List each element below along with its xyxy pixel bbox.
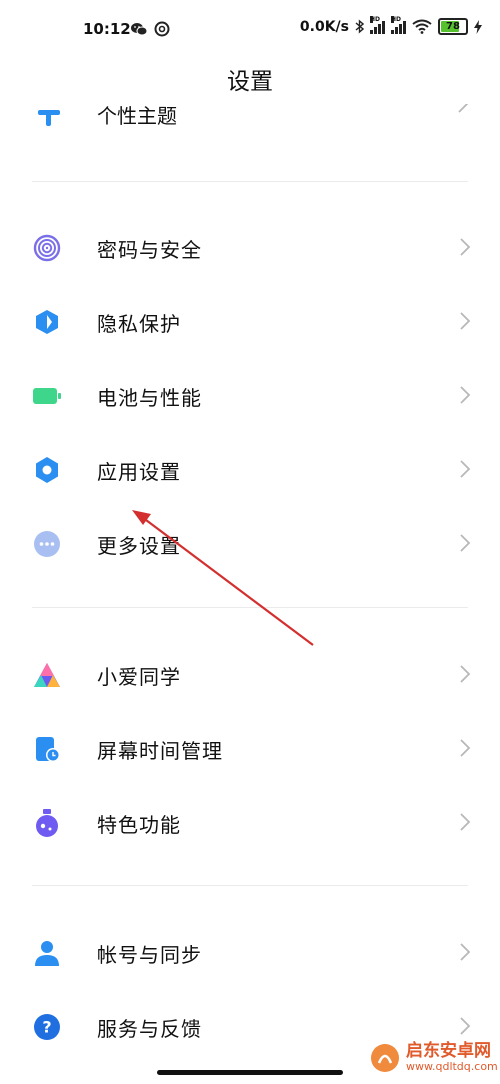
- section-divider: [32, 885, 468, 886]
- net-speed: 0.0K/s: [299, 18, 349, 35]
- status-left-icons: [130, 21, 170, 37]
- settings-item-battery-performance[interactable]: 电池与性能: [0, 358, 500, 432]
- page-title: 设置: [227, 69, 273, 95]
- settings-item-app-settings[interactable]: 应用设置: [0, 432, 500, 506]
- status-time: 10:12: [83, 20, 131, 38]
- chevron-right-icon: [458, 104, 469, 113]
- settings-item-screen-time[interactable]: 屏幕时间管理: [0, 711, 500, 785]
- settings-item-label: 隐私保护: [97, 312, 181, 336]
- settings-item-label: 小爱同学: [97, 665, 181, 689]
- settings-item-xiaoai[interactable]: 小爱同学: [0, 637, 500, 711]
- chevron-right-icon: [460, 312, 471, 330]
- chevron-right-icon: [460, 386, 471, 404]
- privacy-shield-icon: [32, 307, 62, 337]
- settings-item-account-sync[interactable]: 帐号与同步: [0, 915, 500, 989]
- gear-icon: [32, 455, 62, 485]
- battery-icon: [32, 381, 62, 411]
- settings-item-privacy[interactable]: 隐私保护: [0, 284, 500, 358]
- settings-item-label: 电池与性能: [97, 386, 202, 410]
- battery-level: 78: [446, 21, 460, 32]
- watermark: 启东安卓网 www.qdltdq.com: [370, 1041, 498, 1074]
- signal-hd-icon: HD: [391, 15, 406, 34]
- watermark-logo-icon: [371, 1044, 399, 1072]
- bluetooth-icon: [355, 19, 364, 34]
- svg-text:?: ?: [42, 1018, 51, 1037]
- charging-icon: [474, 19, 482, 34]
- chevron-right-icon: [460, 534, 471, 552]
- status-right: 0.0K/s HD HD 78: [299, 15, 482, 35]
- section-divider: [32, 181, 468, 182]
- chevron-right-icon: [460, 943, 471, 961]
- settings-item-label: 密码与安全: [97, 238, 202, 262]
- settings-item-label: 服务与反馈: [97, 1017, 202, 1041]
- wifi-icon: [412, 19, 432, 34]
- screen-time-icon: [32, 734, 62, 764]
- chevron-right-icon: [460, 665, 471, 683]
- watermark-name: 启东安卓网: [406, 1041, 491, 1062]
- account-icon: [32, 938, 62, 968]
- settings-item-label: 应用设置: [97, 460, 181, 484]
- signal-hd-icon: HD: [370, 15, 385, 34]
- settings-item-more-settings[interactable]: 更多设置: [0, 506, 500, 580]
- battery-icon: 78: [438, 18, 468, 35]
- home-indicator[interactable]: [157, 1070, 343, 1075]
- settings-item-label: 帐号与同步: [97, 943, 202, 967]
- more-dots-icon: [32, 529, 62, 559]
- flask-icon: [32, 808, 62, 838]
- settings-item-label: 特色功能: [97, 813, 181, 837]
- help-icon: ?: [32, 1012, 62, 1042]
- fingerprint-icon: [32, 233, 62, 263]
- status-bar: 10:12 0.0K/s HD HD 78: [0, 0, 500, 60]
- settings-item-theme[interactable]: 个性主题: [0, 104, 500, 134]
- settings-item-special-features[interactable]: 特色功能: [0, 785, 500, 859]
- chevron-right-icon: [460, 813, 471, 831]
- chevron-right-icon: [460, 238, 471, 256]
- theme-icon: [38, 110, 60, 126]
- watermark-url: www.qdltdq.com: [406, 1060, 498, 1074]
- settings-item-label: 屏幕时间管理: [97, 739, 223, 763]
- xiaoai-icon: [32, 660, 62, 690]
- chevron-right-icon: [460, 460, 471, 478]
- circle-a-icon: [154, 21, 170, 37]
- settings-item-label: 更多设置: [97, 534, 181, 558]
- chevron-right-icon: [460, 1017, 471, 1035]
- section-divider: [32, 607, 468, 608]
- wechat-icon: [131, 23, 148, 36]
- settings-item-password-security[interactable]: 密码与安全: [0, 210, 500, 284]
- chevron-right-icon: [460, 739, 471, 757]
- settings-item-label: 个性主题: [97, 104, 177, 128]
